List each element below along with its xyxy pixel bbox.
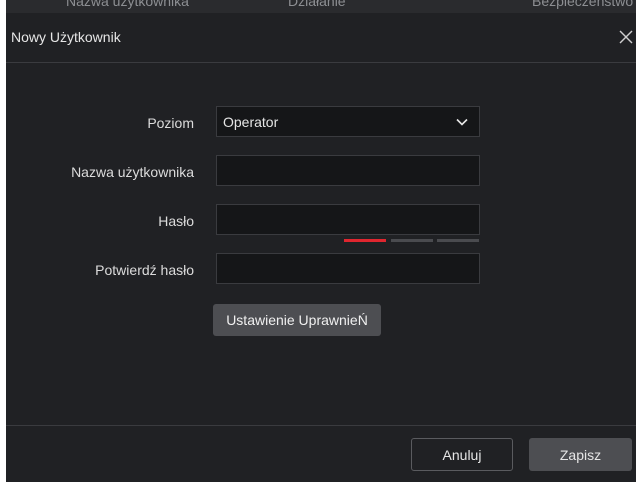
- password-strength-segment-1: [344, 239, 386, 242]
- column-header-security: Bezpieczeństwo: [532, 0, 634, 9]
- password-input[interactable]: [216, 204, 480, 235]
- footer-divider: [6, 425, 636, 426]
- password-strength-segment-3: [437, 239, 479, 242]
- level-select-value: Operator: [223, 113, 279, 130]
- background-table-header: Nazwa użytkownika Działanie Bezpieczeńst…: [6, 0, 636, 13]
- confirm-password-label: Potwierdź hasło: [95, 262, 194, 278]
- permissions-settings-button[interactable]: Ustawienie UprawnieŃ: [213, 304, 381, 336]
- dialog-title: Nowy Użytkownik: [11, 29, 121, 45]
- username-label: Nazwa użytkownika: [71, 164, 194, 180]
- save-button[interactable]: Zapisz: [529, 438, 632, 471]
- password-strength-segment-2: [391, 239, 433, 242]
- level-select[interactable]: Operator: [216, 106, 480, 137]
- close-icon[interactable]: [616, 27, 636, 47]
- username-input[interactable]: [216, 155, 480, 186]
- chevron-down-icon: [455, 115, 469, 132]
- level-label: Poziom: [147, 115, 194, 131]
- confirm-password-input[interactable]: [216, 253, 480, 284]
- dialog-header: Nowy Użytkownik: [6, 13, 636, 63]
- column-header-action: Działanie: [288, 0, 346, 9]
- cancel-button[interactable]: Anuluj: [411, 438, 513, 471]
- column-header-username: Nazwa użytkownika: [66, 0, 189, 9]
- password-label: Hasło: [158, 213, 194, 229]
- new-user-dialog: Nowy Użytkownik Poziom Operator Nazwa uż…: [6, 13, 636, 482]
